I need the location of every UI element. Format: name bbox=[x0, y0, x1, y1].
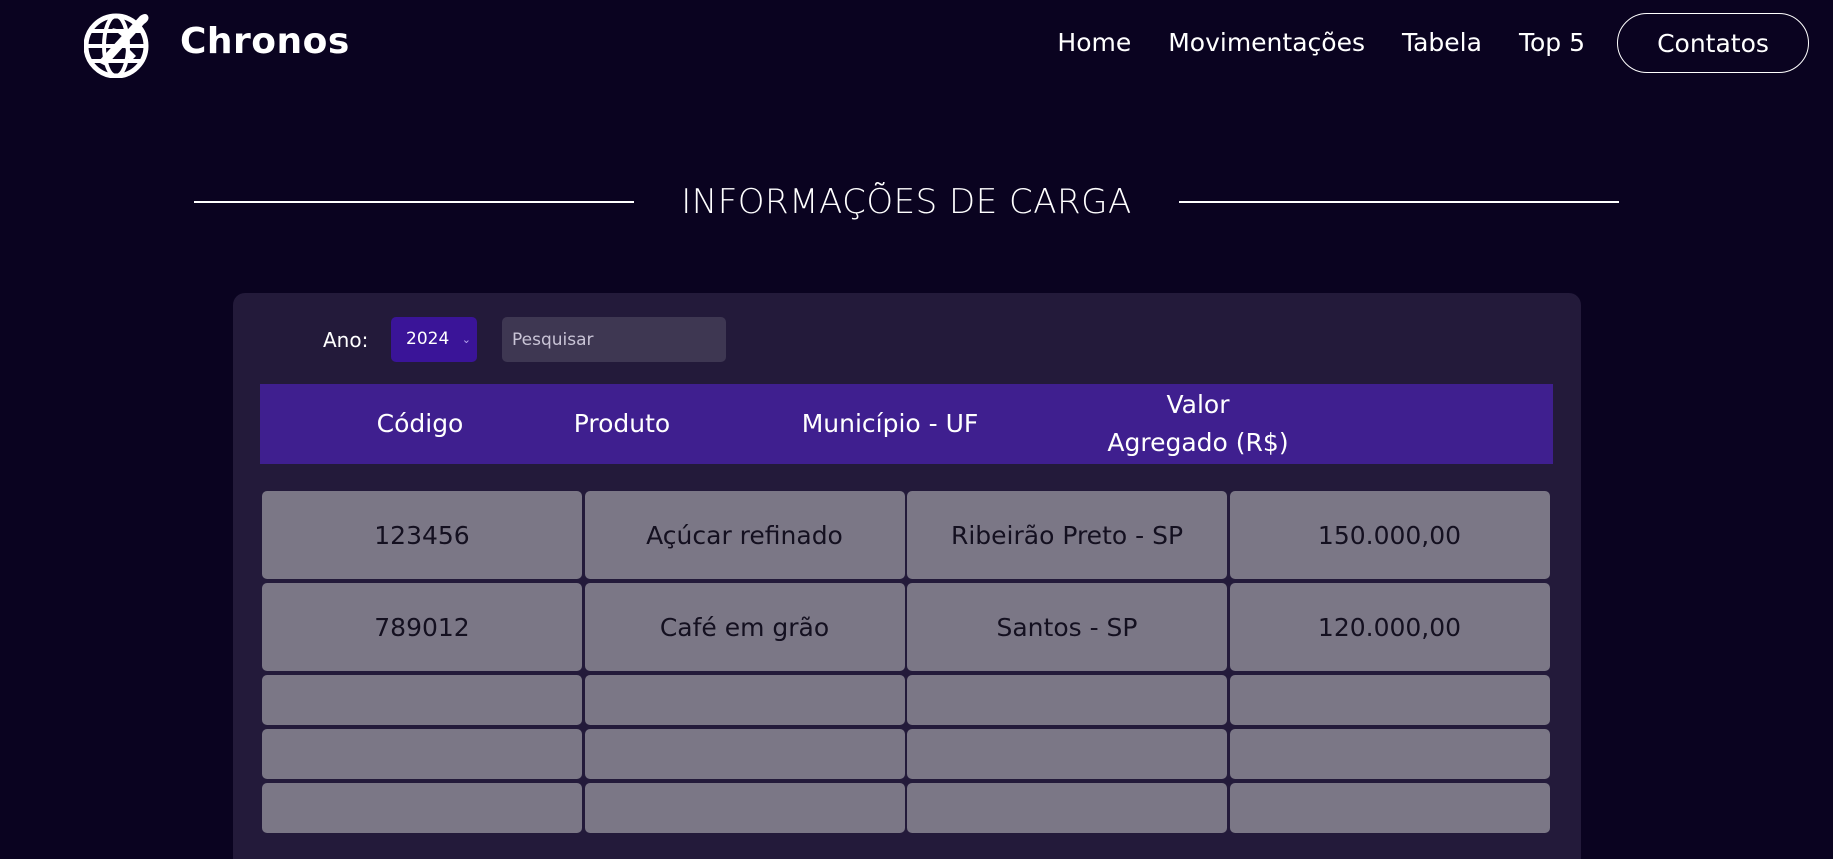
column-header-valor-line2: Agregado (R$) bbox=[1107, 428, 1289, 457]
filters-bar: Ano: 2024 ⌄ bbox=[233, 317, 1581, 363]
cell-produto: Café em grão bbox=[584, 583, 905, 671]
table-body: 123456 Açúcar refinado Ribeirão Preto - … bbox=[262, 491, 1552, 837]
empty-cell bbox=[1229, 675, 1550, 725]
cell-valor: 120.000,00 bbox=[1229, 583, 1550, 671]
cell-codigo: 789012 bbox=[262, 583, 582, 671]
cell-municipio: Ribeirão Preto - SP bbox=[907, 491, 1227, 579]
nav-link-movimentacoes[interactable]: Movimentações bbox=[1168, 12, 1365, 74]
cell-municipio: Santos - SP bbox=[907, 583, 1227, 671]
empty-cell bbox=[262, 729, 582, 779]
chevron-down-icon: ⌄ bbox=[461, 333, 471, 346]
column-header-valor: Valor Agregado (R$) bbox=[1078, 384, 1318, 464]
nav-link-top5[interactable]: Top 5 bbox=[1519, 12, 1585, 74]
table-row[interactable]: 123456 Açúcar refinado Ribeirão Preto - … bbox=[262, 491, 1552, 579]
empty-cell bbox=[262, 783, 582, 833]
empty-cell bbox=[1229, 729, 1550, 779]
empty-cell bbox=[584, 783, 905, 833]
column-header-codigo: Código bbox=[376, 409, 464, 438]
empty-cell bbox=[584, 729, 905, 779]
table-row-empty bbox=[262, 675, 1552, 725]
top-navbar: Chronos Home Movimentações Tabela Top 5 … bbox=[0, 0, 1833, 86]
column-header-valor-line1: Valor bbox=[1166, 390, 1230, 419]
title-divider-left bbox=[194, 201, 634, 203]
search-input[interactable] bbox=[502, 317, 726, 362]
table-row[interactable]: 789012 Café em grão Santos - SP 120.000,… bbox=[262, 583, 1552, 671]
empty-cell bbox=[262, 675, 582, 725]
contatos-button[interactable]: Contatos bbox=[1617, 13, 1809, 73]
brand-name[interactable]: Chronos bbox=[180, 20, 350, 64]
table-row-empty bbox=[262, 783, 1552, 833]
cell-codigo: 123456 bbox=[262, 491, 582, 579]
table-header: Código Produto Município - UF Valor Agre… bbox=[260, 384, 1553, 464]
nav-link-home[interactable]: Home bbox=[1057, 12, 1131, 74]
main-nav: Home Movimentações Tabela Top 5 Contatos bbox=[1057, 12, 1809, 74]
column-header-municipio: Município - UF bbox=[801, 409, 979, 438]
cell-produto: Açúcar refinado bbox=[584, 491, 905, 579]
page-title: INFORMAÇÕES DE CARGA bbox=[681, 182, 1132, 222]
year-select[interactable]: 2024 ⌄ bbox=[391, 317, 477, 362]
column-header-produto: Produto bbox=[573, 409, 671, 438]
empty-cell bbox=[907, 729, 1227, 779]
section-heading: INFORMAÇÕES DE CARGA bbox=[194, 176, 1619, 228]
cargo-panel: Ano: 2024 ⌄ Código Produto Município - U… bbox=[233, 293, 1581, 859]
globe-airplane-icon[interactable] bbox=[83, 10, 152, 79]
table-row-empty bbox=[262, 729, 1552, 779]
title-divider-right bbox=[1179, 201, 1619, 203]
empty-cell bbox=[584, 675, 905, 725]
year-label: Ano: bbox=[323, 328, 369, 352]
year-select-value: 2024 bbox=[406, 329, 450, 349]
page: Chronos Home Movimentações Tabela Top 5 … bbox=[0, 0, 1833, 859]
cell-valor: 150.000,00 bbox=[1229, 491, 1550, 579]
empty-cell bbox=[907, 783, 1227, 833]
empty-cell bbox=[907, 675, 1227, 725]
nav-link-tabela[interactable]: Tabela bbox=[1402, 12, 1482, 74]
empty-cell bbox=[1229, 783, 1550, 833]
